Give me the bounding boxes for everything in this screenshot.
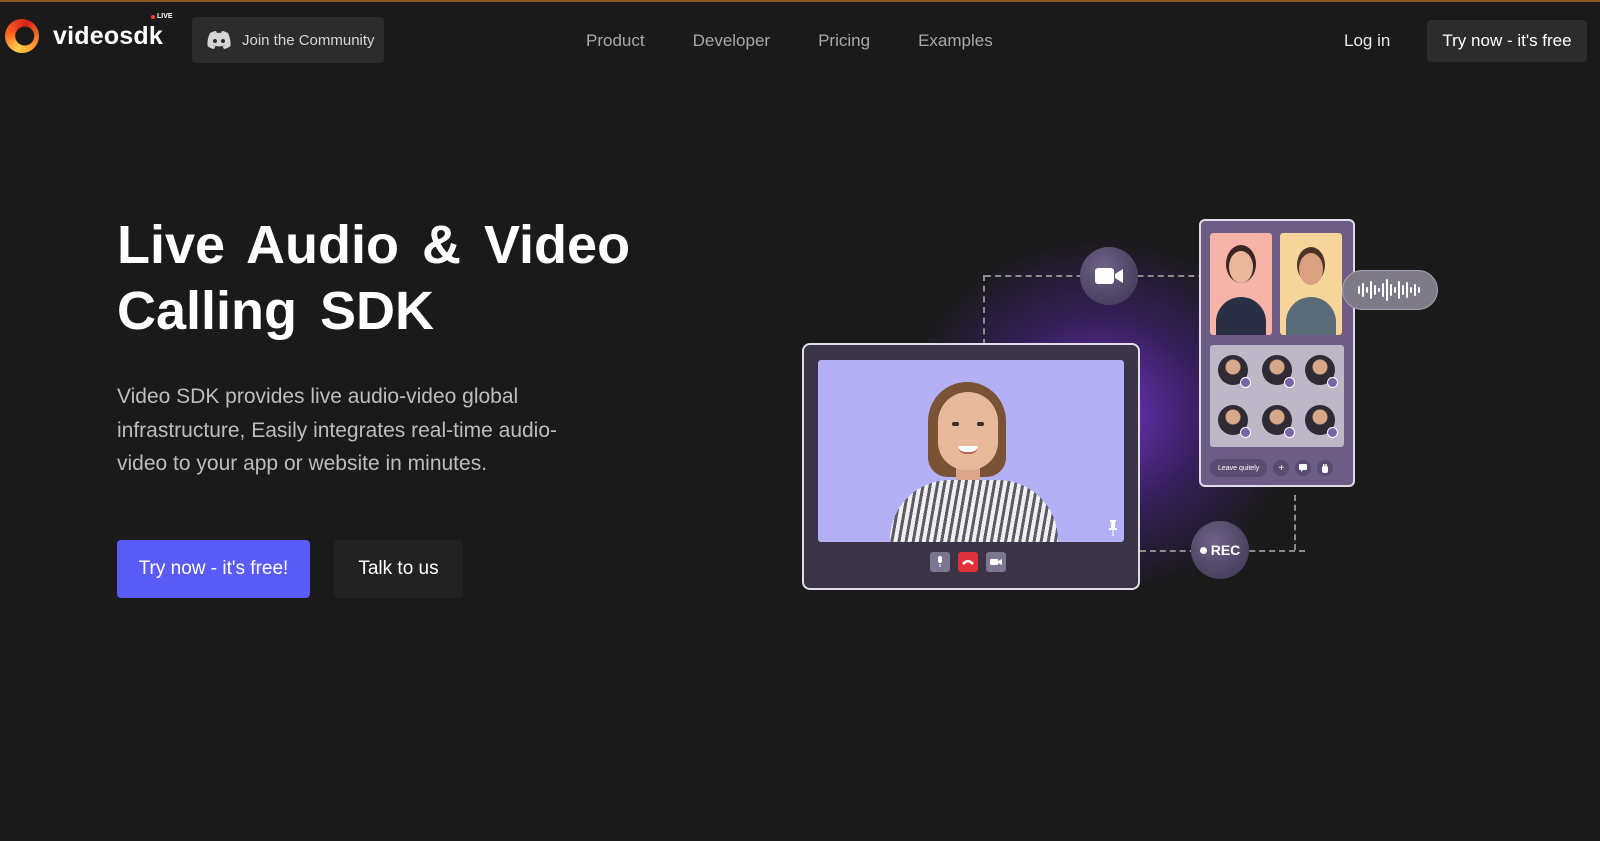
live-dot-icon [151,14,155,19]
navbar: videosdk LIVE Join the Community Product… [0,2,1600,78]
hero-description: Video SDK provides live audio-video glob… [117,385,558,475]
participant-face [1229,251,1253,283]
participant-grid [1210,345,1344,447]
participant-eye [977,422,984,426]
pin-icon [1109,520,1117,536]
call-controls [930,552,1006,572]
join-community-button[interactable]: Join the Community [192,17,384,63]
main-video-window [802,343,1140,590]
nav-links: Product Developer Pricing Examples [586,31,993,51]
nav-link-developer[interactable]: Developer [693,31,771,51]
hero-title: Live Audio & Video Calling SDK [117,212,637,344]
record-label: REC [1210,542,1241,558]
videosdk-logo-icon [5,19,39,53]
leave-quietly-pill: Leave quitely [1210,459,1268,477]
live-badge-label: LIVE [157,13,173,20]
end-call-button [958,552,978,572]
raise-hand-icon [1317,460,1334,476]
participant-face [1299,253,1323,285]
audio-waveform-icon [1358,279,1420,301]
talk-to-us-button[interactable]: Talk to us [334,540,463,598]
video-call-illustration: REC Leave quitely + [790,215,1470,635]
mute-badge-icon [1240,427,1251,438]
microphone-button [930,552,950,572]
nav-link-examples[interactable]: Examples [918,31,993,51]
discord-icon [207,31,231,49]
mute-badge-icon [1327,377,1338,388]
phone-hangup-icon [962,560,974,565]
participant-shirt [1216,297,1266,335]
mute-badge-icon [1240,377,1251,388]
participant-video [818,360,1124,542]
logo-text: videosdk [53,21,163,50]
live-badge: LIVE [151,13,173,20]
group-call-controls: Leave quitely + [1210,459,1334,477]
chat-icon [1295,460,1312,476]
camera-button [986,552,1006,572]
camera-icon [990,559,1002,565]
login-link[interactable]: Log in [1344,31,1390,51]
mute-badge-icon [1284,427,1295,438]
video-camera-icon [1095,268,1123,284]
try-now-nav-button[interactable]: Try now - it's free [1427,20,1587,62]
participant-shirt [890,480,1058,542]
participant-eye [952,422,959,426]
record-dot-icon [1199,546,1207,554]
mute-badge-icon [1284,377,1295,388]
connector-line [1294,495,1296,550]
hero-title-line-1: Live Audio & Video [117,215,631,275]
group-call-panel: Leave quitely + [1199,219,1355,487]
join-community-label: Join the Community [242,31,375,49]
participant-face [938,392,998,470]
video-camera-badge [1080,247,1138,305]
add-icon: + [1273,460,1290,476]
audio-waveform-badge [1342,270,1438,310]
try-now-free-button[interactable]: Try now - it's free! [117,540,310,598]
mute-badge-icon [1327,427,1338,438]
connector-line [983,275,985,345]
logo[interactable]: videosdk LIVE [5,13,173,53]
record-badge: REC [1191,521,1249,579]
microphone-icon [938,556,942,567]
participant-tile [1280,233,1342,335]
participant-tile [1210,233,1272,335]
nav-link-pricing[interactable]: Pricing [818,31,870,51]
hero-title-line-2: Calling SDK [117,281,435,341]
participant-shirt [1286,297,1336,335]
nav-link-product[interactable]: Product [586,31,645,51]
